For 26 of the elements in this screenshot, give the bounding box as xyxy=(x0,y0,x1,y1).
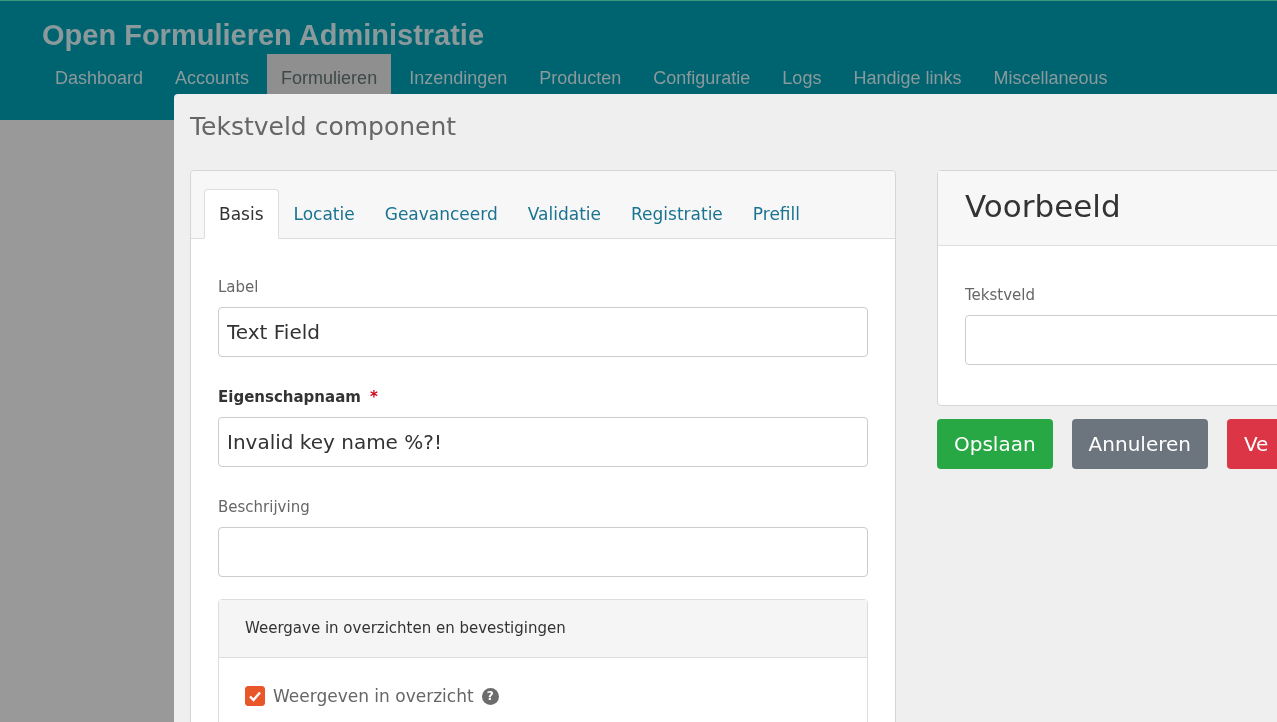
action-button[interactable]: Ve xyxy=(1226,419,1277,469)
preview-title: Voorbeeld xyxy=(965,188,1121,224)
action-button[interactable]: Annuleren xyxy=(1071,419,1208,469)
checkbox[interactable] xyxy=(245,686,265,706)
text-field[interactable]: Invalid key name %?! xyxy=(218,417,868,467)
tab[interactable]: Prefill xyxy=(737,189,815,239)
field-label: Beschrijving xyxy=(218,498,310,516)
required-mark: * xyxy=(370,388,378,406)
tab[interactable]: Geavanceerd xyxy=(369,189,513,239)
action-button[interactable]: Opslaan xyxy=(937,419,1053,469)
text-field[interactable] xyxy=(965,315,1277,365)
checkbox-label: Weergeven in overzicht xyxy=(273,686,474,706)
text-field[interactable] xyxy=(218,527,868,577)
tab[interactable]: Validatie xyxy=(512,189,616,239)
field-label: Eigenschapnaam xyxy=(218,388,361,406)
tab[interactable]: Basis xyxy=(204,189,279,239)
modal-title: Tekstveld component xyxy=(190,111,458,143)
help-icon[interactable]: ? xyxy=(481,687,499,705)
tab[interactable]: Registratie xyxy=(616,189,738,239)
field-label: Label xyxy=(218,278,259,296)
section-title: Weergave in overzichten en bevestigingen xyxy=(245,619,566,637)
tab[interactable]: Locatie xyxy=(278,189,370,239)
text-field[interactable]: Text Field xyxy=(218,307,868,357)
site-title: Open Formulieren Administratie xyxy=(41,18,486,51)
field-label: Tekstveld xyxy=(965,286,1037,304)
nav-link[interactable]: Dashboard xyxy=(41,54,158,104)
